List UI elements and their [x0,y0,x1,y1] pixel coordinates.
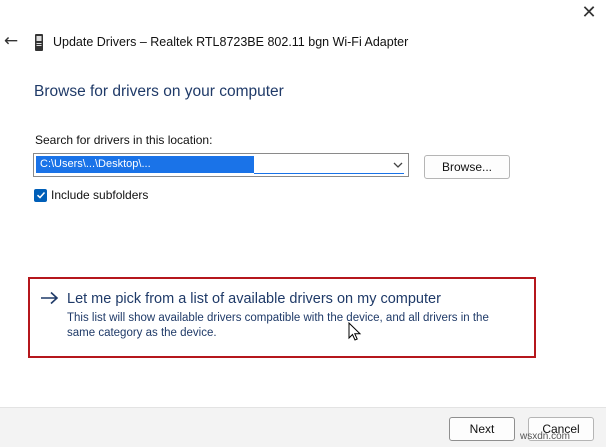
close-button[interactable]: ✕ [578,2,600,24]
checkmark-icon [36,191,45,199]
search-location-label: Search for drivers in this location: [35,133,213,147]
back-button[interactable]: ← [2,30,20,52]
watermark: wsxdn.com [520,431,571,442]
device-icon [35,34,43,51]
browse-button[interactable]: Browse... [424,155,510,179]
include-subfolders-label: Include subfolders [51,188,149,202]
driver-path-combobox[interactable]: C:\Users\...\Desktop\... [33,153,409,177]
next-button[interactable]: Next [449,417,515,441]
mouse-cursor-icon [348,322,362,341]
include-subfolders-row[interactable]: Include subfolders [34,187,148,203]
path-underline [254,173,404,174]
pick-from-list-description: This list will show available drivers co… [67,312,489,339]
footer-bar [0,407,606,447]
pick-from-list-link[interactable]: Let me pick from a list of available dri… [67,290,441,308]
include-subfolders-checkbox[interactable] [34,188,47,202]
page-title: Browse for drivers on your computer [34,83,284,100]
arrow-right-icon [41,291,59,305]
dialog-title: Update Drivers – Realtek RTL8723BE 802.1… [53,35,409,49]
driver-path-input[interactable]: C:\Users\...\Desktop\... [36,156,254,173]
chevron-down-icon[interactable] [390,157,406,173]
